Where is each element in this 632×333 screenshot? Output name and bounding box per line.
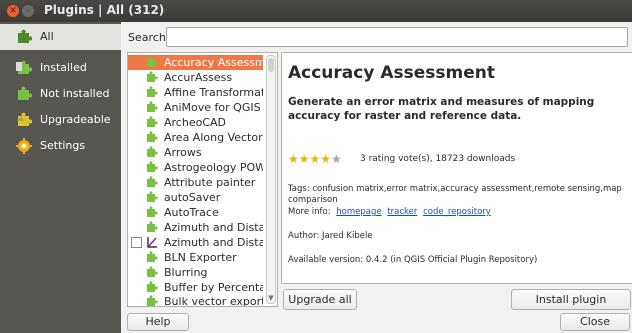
plugin-name: Azimuth and Distance: [164, 236, 263, 249]
plugin-details: Accuracy Assessment Generate an error ma…: [281, 52, 632, 284]
list-item[interactable]: AniMove for QGIS: [128, 100, 263, 115]
list-item[interactable]: Area Along Vector: [128, 130, 263, 145]
puzzle-upgradeable-icon: [17, 112, 32, 126]
plugin-name: Attribute painter: [164, 176, 256, 189]
sidebar-item-all[interactable]: All: [0, 24, 121, 50]
install-plugin-button[interactable]: Install plugin: [511, 289, 631, 310]
list-item[interactable]: Azimuth and Distance: [128, 220, 263, 235]
puzzle-icon: [147, 281, 158, 292]
plugin-name: Blurring: [164, 266, 208, 279]
plugin-name: AutoTrace: [164, 206, 219, 219]
enable-checkbox[interactable]: [131, 237, 142, 248]
code-repository-link[interactable]: code_repository: [423, 207, 491, 217]
puzzle-icon: [147, 146, 158, 157]
list-item[interactable]: Accuracy Assessment: [128, 55, 263, 70]
list-scrollbar[interactable]: ▼: [266, 55, 276, 304]
search-label: Search: [128, 31, 166, 44]
sidebar-item-label: All: [40, 30, 54, 43]
puzzle-icon: [147, 266, 158, 277]
puzzle-icon: [147, 251, 158, 262]
plugin-name: Affine Transformation: [164, 86, 263, 99]
plugin-list[interactable]: Accuracy Assessment AccurAssess Affine T…: [127, 52, 278, 307]
plugin-name: AccurAssess: [164, 71, 233, 84]
plugin-name: Bulk vector export: [164, 295, 263, 307]
upgrade-all-button[interactable]: Upgrade all: [283, 289, 357, 310]
plugin-author: Author: Jared Kibele: [288, 231, 373, 241]
puzzle-icon: [147, 101, 158, 112]
sidebar-item-not-installed[interactable]: Not installed: [0, 81, 121, 107]
puzzle-icon: [147, 176, 158, 187]
list-item[interactable]: Attribute painter: [128, 175, 263, 190]
list-item[interactable]: AccurAssess: [128, 70, 263, 85]
search-input[interactable]: [166, 27, 628, 47]
plugin-tags: Tags: confusion matrix,error matrix,accu…: [288, 184, 622, 205]
sidebar-item-label: Upgradeable: [40, 113, 111, 126]
plugin-name: Arrows: [164, 146, 202, 159]
puzzle-icon: [147, 86, 158, 97]
puzzle-icon: [147, 116, 158, 127]
list-item[interactable]: Arrows: [128, 145, 263, 160]
minimize-window-icon[interactable]: –: [22, 5, 34, 17]
plugin-version: Available version: 0.4.2 (in QGIS Offici…: [288, 255, 538, 265]
list-item[interactable]: ArcheoCAD: [128, 115, 263, 130]
sidebar-item-upgradeable[interactable]: Upgradeable: [0, 107, 121, 133]
sidebar-item-settings[interactable]: Settings: [0, 133, 121, 159]
plugin-name: Area Along Vector: [164, 131, 263, 144]
plugin-name: Accuracy Assessment: [164, 56, 263, 69]
puzzle-icon: [147, 221, 158, 232]
list-item[interactable]: autoSaver: [128, 190, 263, 205]
close-button[interactable]: Close: [560, 313, 630, 331]
puzzle-icon: [147, 131, 158, 142]
puzzle-icon: [147, 56, 158, 67]
puzzle-icon: [147, 71, 158, 82]
more-info-label: More info:: [288, 207, 331, 217]
list-item[interactable]: Astrogeology POW: [128, 160, 263, 175]
sidebar-item-label: Installed: [40, 61, 87, 74]
plugin-title: Accuracy Assessment: [288, 63, 495, 83]
sidebar-item-label: Settings: [40, 139, 86, 152]
plugin-name: Azimuth and Distance: [164, 221, 263, 234]
puzzle-not-installed-icon: [18, 86, 32, 100]
plugin-name: AniMove for QGIS: [164, 101, 261, 114]
list-item[interactable]: Blurring: [128, 265, 263, 280]
close-window-icon[interactable]: ✕: [7, 5, 19, 17]
window-title: Plugins | All (312): [44, 3, 165, 17]
homepage-link[interactable]: homepage: [336, 207, 381, 217]
sidebar-item-label: Not installed: [40, 87, 110, 100]
rating-stars[interactable]: ★★★★★: [288, 152, 342, 166]
title-bar: ✕ – Plugins | All (312): [0, 0, 632, 22]
azimuth-icon: [147, 237, 157, 248]
tracker-link[interactable]: tracker: [387, 207, 417, 217]
gear-settings-icon: [16, 138, 32, 154]
sidebar: All Installed Not installed Upgradeable …: [0, 22, 121, 333]
plugin-name: Astrogeology POW: [164, 161, 263, 174]
help-button[interactable]: Help: [127, 313, 189, 331]
chevron-down-icon[interactable]: ▼: [267, 294, 275, 302]
list-item[interactable]: Buffer by Percentage: [128, 280, 263, 295]
list-item[interactable]: BLN Exporter: [128, 250, 263, 265]
list-item[interactable]: Affine Transformation: [128, 85, 263, 100]
plugin-description: Generate an error matrix and measures of…: [288, 96, 595, 122]
puzzle-all-icon: [18, 29, 32, 43]
rating-votes: 3 rating vote(s), 18723 downloads: [360, 154, 516, 164]
plugin-name: autoSaver: [164, 191, 221, 204]
star-empty-icon: ★: [331, 152, 342, 166]
scrollbar-thumb[interactable]: [268, 58, 274, 72]
sidebar-item-installed[interactable]: Installed: [0, 55, 121, 81]
puzzle-icon: [147, 161, 158, 172]
plugin-name: Buffer by Percentage: [164, 281, 263, 294]
plugin-name: BLN Exporter: [164, 251, 237, 264]
plugin-name: ArcheoCAD: [164, 116, 226, 129]
list-item[interactable]: Bulk vector export: [128, 294, 263, 307]
puzzle-icon: [147, 191, 158, 202]
puzzle-icon: [147, 206, 158, 217]
list-item[interactable]: Azimuth and Distance: [128, 235, 263, 250]
plugins-dialog: ✕ – Plugins | All (312) All Installed No…: [0, 0, 632, 333]
puzzle-icon: [147, 295, 158, 306]
more-info: More info: homepage tracker code_reposit…: [288, 207, 491, 217]
star-icon: ★★★★: [288, 152, 332, 166]
list-item[interactable]: AutoTrace: [128, 205, 263, 220]
puzzle-installed-icon: [16, 60, 32, 74]
